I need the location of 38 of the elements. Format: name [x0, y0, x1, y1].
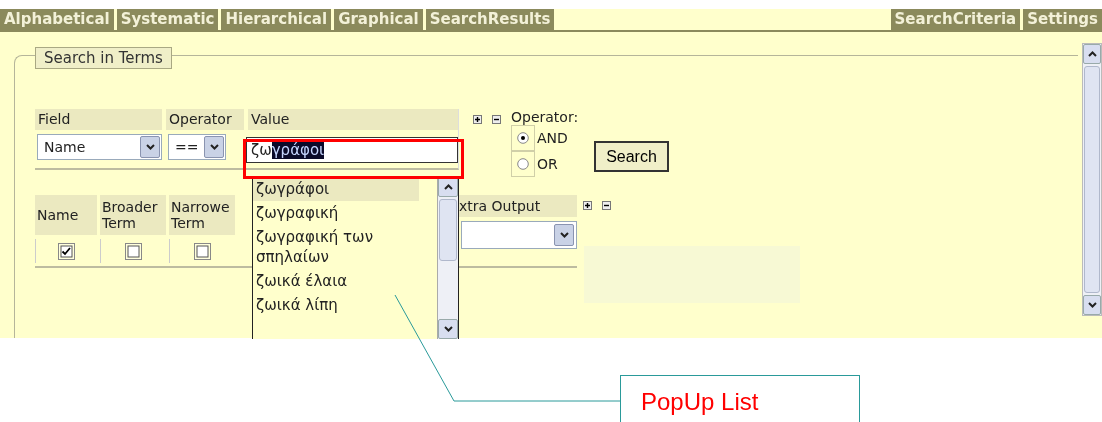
- plus-icon[interactable]: [473, 115, 482, 124]
- chevron-down-icon: [209, 144, 219, 150]
- column-header: Broader Term: [100, 195, 166, 235]
- minus-icon[interactable]: [492, 115, 501, 124]
- list-item[interactable]: ζωγράφοι: [253, 177, 419, 201]
- extra-output-dropdown[interactable]: [461, 221, 577, 249]
- column-header: Value: [248, 109, 458, 130]
- search-button[interactable]: Search: [594, 141, 669, 172]
- radio-label: OR: [537, 156, 558, 172]
- operator-label: Operator:: [511, 109, 579, 125]
- column-header: Name: [35, 195, 97, 235]
- column-header: Field: [35, 109, 162, 130]
- chevron-down-icon: [559, 232, 569, 238]
- field-dropdown[interactable]: Name: [37, 134, 162, 160]
- chevron-up-icon: [443, 184, 453, 190]
- minus-icon[interactable]: [602, 201, 611, 210]
- column-header: Operator: [166, 109, 244, 130]
- operator-dropdown[interactable]: ==: [168, 134, 226, 160]
- list-item[interactable]: ζωικά λίπη: [253, 293, 419, 317]
- scrollbar[interactable]: [437, 177, 458, 339]
- radio-button[interactable]: [517, 158, 529, 170]
- chevron-down-icon: [145, 144, 155, 150]
- plus-icon[interactable]: [583, 201, 592, 210]
- checkbox[interactable]: [58, 242, 75, 260]
- list-item[interactable]: ζωικά έλαια: [253, 269, 419, 293]
- callout-label: PopUp List: [620, 375, 860, 422]
- checkbox[interactable]: [125, 242, 142, 260]
- column-header: Narrowe Term: [169, 195, 235, 235]
- radio-button[interactable]: [517, 132, 529, 144]
- scrollbar[interactable]: [1082, 43, 1102, 316]
- list-item[interactable]: ζωγραφική: [253, 201, 419, 225]
- checkbox[interactable]: [194, 242, 211, 260]
- chevron-up-icon: [1087, 51, 1097, 57]
- legend: Search in Terms: [35, 47, 172, 69]
- radio-label: AND: [537, 130, 568, 146]
- column-header: xtra Output: [457, 195, 577, 217]
- chevron-down-icon: [1087, 302, 1097, 308]
- chevron-down-icon: [443, 326, 453, 332]
